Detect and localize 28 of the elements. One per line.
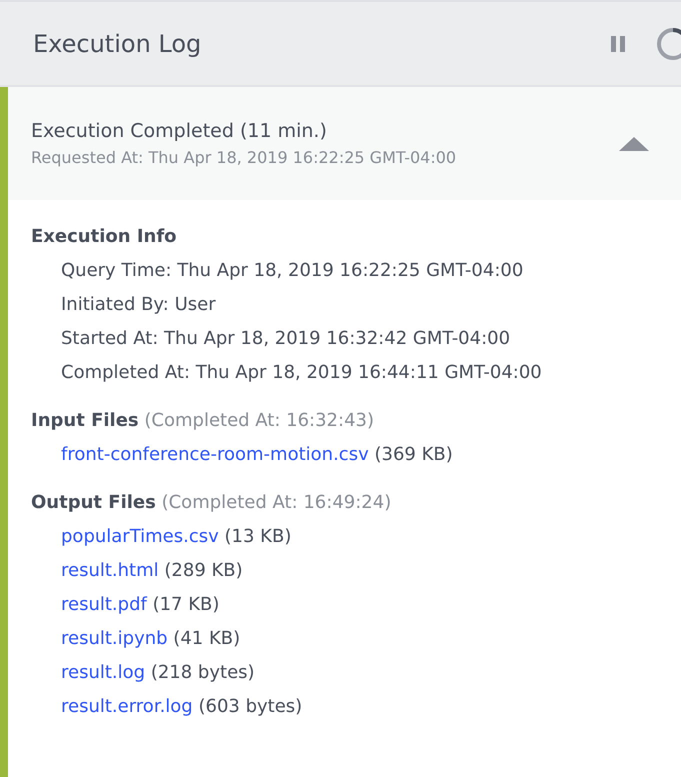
completion-time: (Completed At: 16:32:43) xyxy=(144,410,374,431)
file-link[interactable]: result.pdf xyxy=(61,594,147,615)
execution-status: Execution Completed (11 min.) xyxy=(31,119,328,144)
section-heading: Input Files xyxy=(31,410,139,431)
info-line: Completed At: Thu Apr 18, 2019 16:44:11 GMT-04:00 xyxy=(60,361,543,385)
file-size: (369 KB) xyxy=(374,444,453,465)
info-line: Started At: Thu Apr 18, 2019 16:32:42 GMT-04:00 xyxy=(60,327,512,351)
section-heading: Output Files xyxy=(31,492,156,513)
file-link[interactable]: result.error.log xyxy=(61,696,193,717)
info-line: Initiated By: User xyxy=(60,293,217,317)
execution-header[interactable]: Execution Completed (11 min.) Requested At: Thu Apr 18, 2019 16:22:25 GMT-04:00 xyxy=(8,87,681,200)
file-size: (218 bytes) xyxy=(150,662,255,683)
file-size: (17 KB) xyxy=(152,594,220,615)
completion-time: (Completed At: 16:49:24) xyxy=(162,492,392,513)
file-size: (289 KB) xyxy=(164,560,243,581)
collapse-icon[interactable] xyxy=(618,136,650,152)
requested-time: Requested At: Thu Apr 18, 2019 16:22:25 GMT-04:00 xyxy=(31,146,458,169)
file-size: (41 KB) xyxy=(173,628,240,649)
file-link[interactable]: front-conference-room-motion.csv xyxy=(61,444,369,465)
file-link[interactable]: result.log xyxy=(61,662,146,683)
file-link[interactable]: result.html xyxy=(61,560,159,581)
file-link[interactable]: result.ipynb xyxy=(61,628,168,649)
file-size: (13 KB) xyxy=(224,526,292,547)
file-link[interactable]: popularTimes.csv xyxy=(61,526,219,547)
file-size: (603 bytes) xyxy=(198,696,302,717)
info-line: Query Time: Thu Apr 18, 2019 16:22:25 GMT-04:00 xyxy=(60,259,524,283)
section-heading: Execution Info xyxy=(31,225,178,249)
panel-title: Execution Log xyxy=(33,28,202,60)
